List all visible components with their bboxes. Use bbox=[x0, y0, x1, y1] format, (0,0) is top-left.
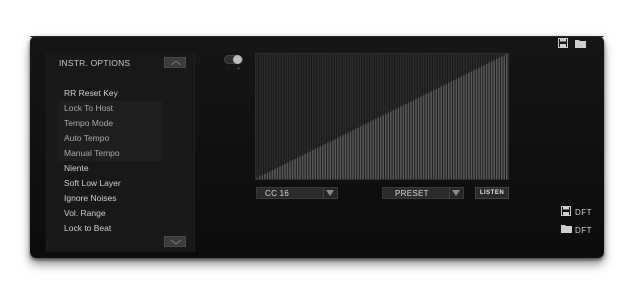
preset-selector[interactable]: PRESET bbox=[382, 187, 464, 199]
chevron-down-icon bbox=[170, 239, 182, 245]
option-item[interactable]: Lock To Host bbox=[58, 101, 162, 116]
chevron-up-icon bbox=[170, 60, 182, 66]
scroll-up-button[interactable] bbox=[164, 57, 186, 68]
option-item[interactable]: RR Reset Key bbox=[58, 86, 162, 101]
cc-dropdown-caret[interactable] bbox=[323, 188, 337, 198]
options-title: INSTR. OPTIONS bbox=[59, 58, 131, 68]
load-default-icon[interactable] bbox=[561, 224, 572, 233]
option-item[interactable]: Soft Low Layer bbox=[58, 176, 162, 191]
toggle-marks: - + bbox=[226, 66, 244, 72]
caret-down-icon bbox=[452, 190, 460, 196]
option-item[interactable]: Lock to Beat bbox=[58, 221, 162, 236]
option-item[interactable]: Niente bbox=[58, 161, 162, 176]
toggle-knob bbox=[233, 55, 242, 64]
option-item[interactable]: Tempo Mode bbox=[58, 116, 162, 131]
scroll-down-button[interactable] bbox=[164, 236, 186, 247]
preset-dropdown-caret[interactable] bbox=[449, 188, 463, 198]
cc-selector[interactable]: CC 16 bbox=[256, 187, 338, 199]
caret-down-icon bbox=[326, 190, 334, 196]
preset-value: PRESET bbox=[395, 189, 429, 198]
save-default-icon[interactable] bbox=[561, 206, 571, 216]
instrument-panel: INSTR. OPTIONS RR Reset Key Lock To Host T… bbox=[30, 36, 604, 258]
listen-button[interactable]: LISTEN bbox=[475, 187, 509, 199]
options-list: RR Reset Key Lock To Host Tempo Mode Auto T… bbox=[58, 86, 162, 236]
option-item[interactable]: Vol. Range bbox=[58, 206, 162, 221]
option-item[interactable]: Auto Tempo bbox=[58, 131, 162, 146]
save-default-label[interactable]: DFT bbox=[575, 208, 592, 217]
option-item[interactable]: Manual Tempo bbox=[58, 146, 162, 161]
instrument-options-panel: INSTR. OPTIONS RR Reset Key Lock To Host T… bbox=[46, 52, 195, 252]
option-item[interactable]: Ignore Noises bbox=[58, 191, 162, 206]
curve-bars bbox=[256, 54, 508, 179]
cc-curve-graph[interactable] bbox=[255, 53, 509, 180]
cc-value: CC 16 bbox=[265, 189, 290, 198]
save-icon[interactable] bbox=[558, 38, 568, 48]
load-default-label[interactable]: DFT bbox=[575, 226, 592, 235]
graph-toggle[interactable] bbox=[224, 55, 243, 64]
folder-icon[interactable] bbox=[575, 39, 586, 48]
